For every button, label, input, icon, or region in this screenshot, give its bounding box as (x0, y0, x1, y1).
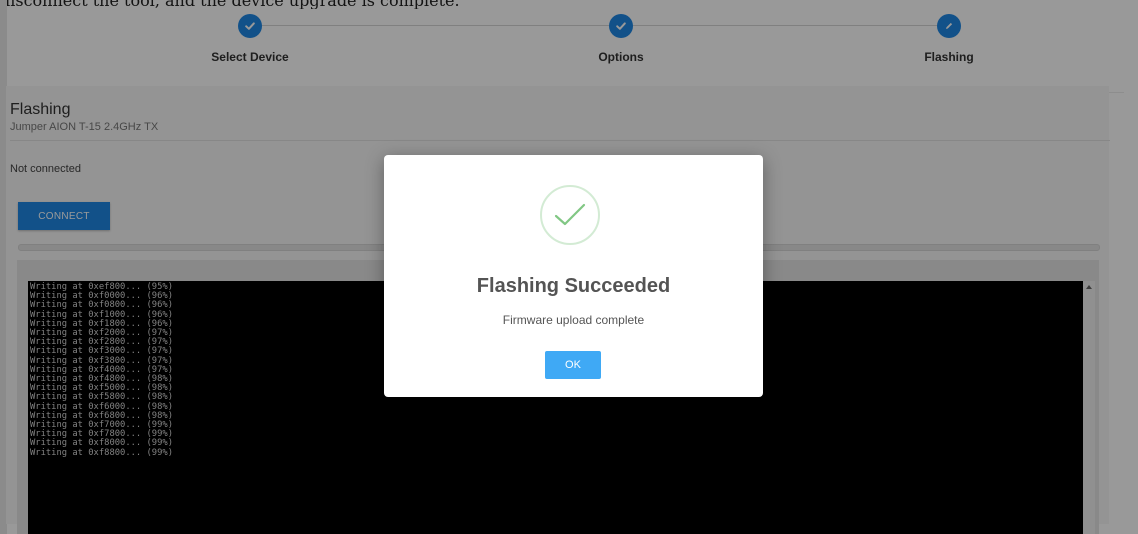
success-dialog: Flashing Succeeded Firmware upload compl… (384, 155, 763, 397)
dialog-title: Flashing Succeeded (476, 275, 671, 297)
ok-button[interactable]: OK (545, 351, 601, 379)
success-check-icon (540, 185, 600, 245)
dialog-message: Firmware upload complete (502, 313, 645, 327)
